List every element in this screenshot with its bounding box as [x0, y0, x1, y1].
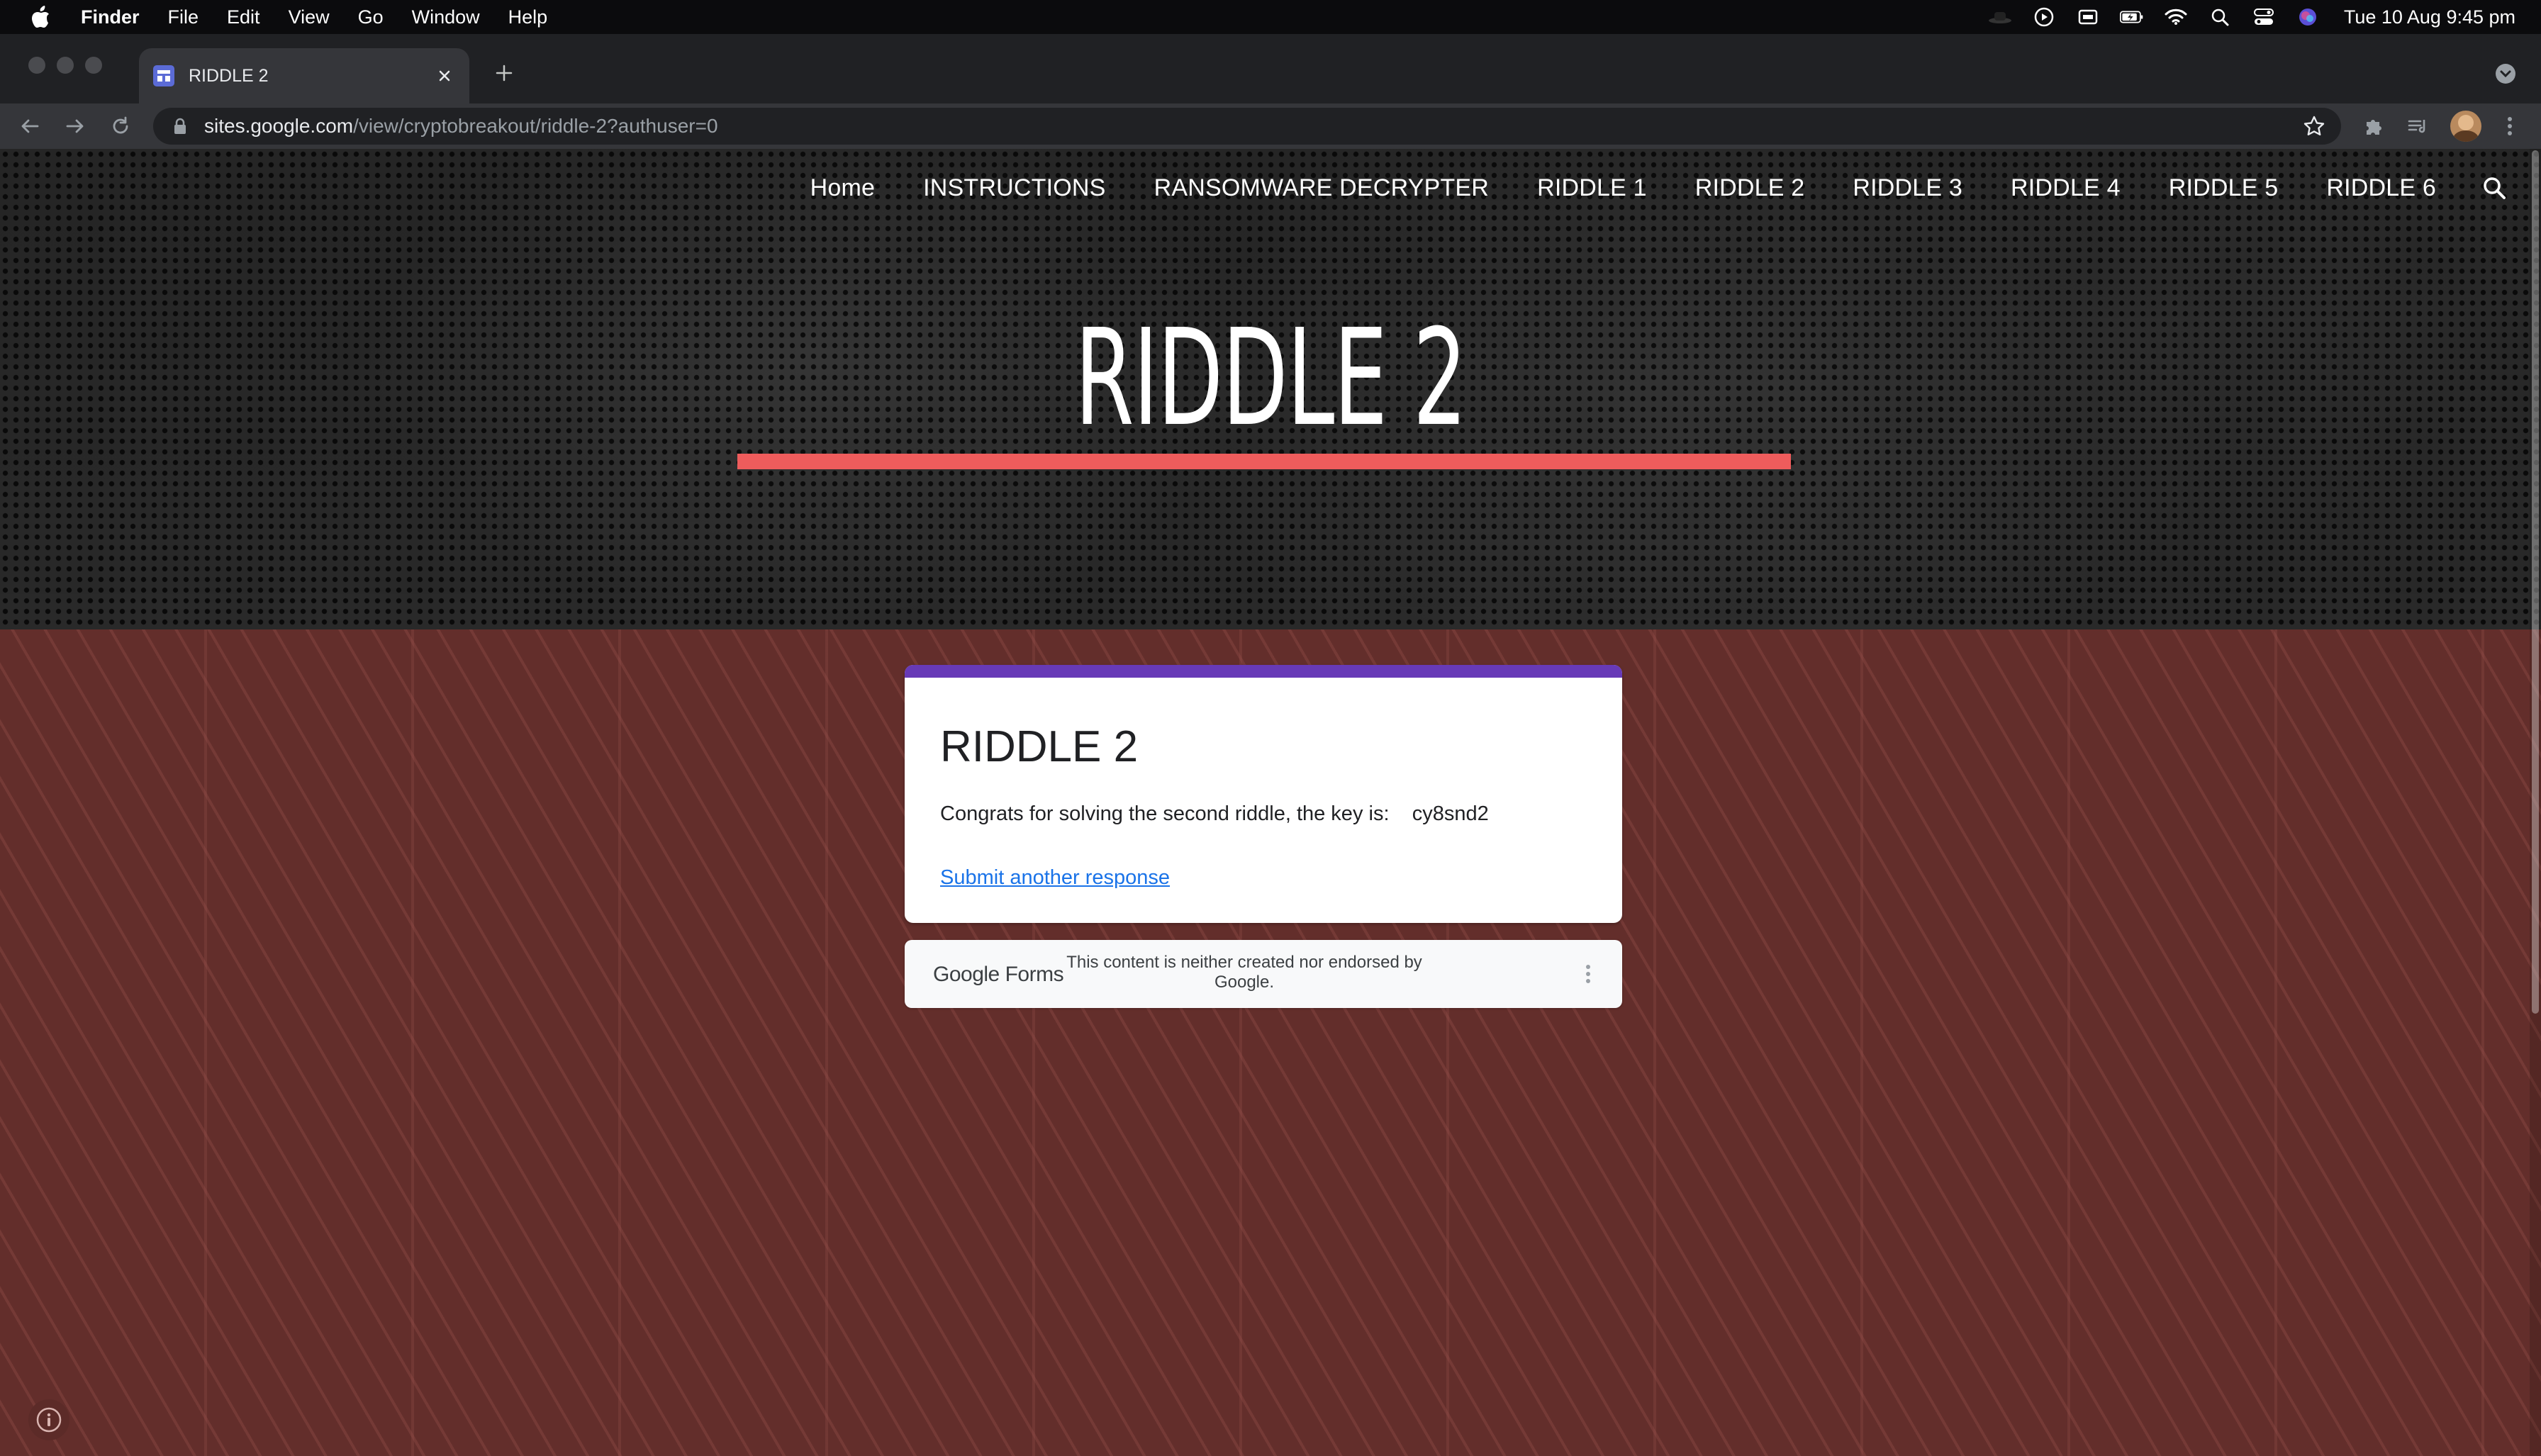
site-navigation: Home INSTRUCTIONS RANSOMWARE DECRYPTER R…	[762, 170, 2510, 206]
site-search-icon[interactable]	[2479, 172, 2510, 203]
profile-avatar[interactable]	[2450, 111, 2481, 142]
battery-icon[interactable]	[2119, 5, 2144, 29]
tab-close-icon[interactable]	[432, 64, 457, 88]
google-forms-footer: Google Forms This content is neither cre…	[905, 940, 1622, 1008]
google-sites-favicon-icon	[153, 65, 174, 86]
nav-riddle-3[interactable]: RIDDLE 3	[1853, 174, 1962, 202]
menubar-clock[interactable]: Tue 10 Aug 9:45 pm	[2344, 6, 2515, 28]
forms-disclaimer: This content is neither created nor endo…	[1066, 953, 1422, 992]
title-underline	[737, 454, 1791, 469]
window-controls	[28, 57, 113, 74]
submit-another-response-link[interactable]: Submit another response	[940, 866, 1170, 890]
nav-riddle-5[interactable]: RIDDLE 5	[2169, 174, 2279, 202]
bookmark-star-icon[interactable]	[2303, 115, 2325, 138]
page-viewport: Home INSTRUCTIONS RANSOMWARE DECRYPTER R…	[0, 149, 2541, 1456]
browser-tab-strip: RIDDLE 2	[0, 34, 2541, 103]
wifi-icon[interactable]	[2164, 5, 2188, 29]
new-tab-plus-icon[interactable]	[489, 58, 519, 88]
scrollbar-thumb[interactable]	[2532, 150, 2539, 1014]
form-confirmation-card: RIDDLE 2 Congrats for solving the second…	[905, 665, 1622, 923]
address-bar[interactable]: sites.google.com/view/cryptobreakout/rid…	[153, 108, 2341, 145]
info-icon[interactable]	[28, 1399, 69, 1440]
nav-home[interactable]: Home	[810, 174, 876, 202]
form-confirmation-message: Congrats for solving the second riddle, …	[940, 802, 1489, 825]
back-arrow-icon[interactable]	[13, 109, 47, 143]
url-path: /view/cryptobreakout/riddle-2?authuser=0	[353, 115, 718, 137]
play-icon[interactable]	[2032, 5, 2056, 29]
hat-icon[interactable]	[1988, 5, 2012, 29]
menu-help[interactable]: Help	[508, 6, 548, 28]
control-center-icon[interactable]	[2252, 5, 2276, 29]
close-window-button[interactable]	[28, 57, 45, 74]
forward-arrow-icon[interactable]	[58, 109, 92, 143]
menu-view[interactable]: View	[289, 6, 330, 28]
form-title: RIDDLE 2	[940, 722, 1139, 771]
kebab-menu-icon[interactable]	[2496, 112, 2524, 140]
reading-list-icon[interactable]	[2403, 112, 2432, 140]
page-scrollbar[interactable]	[2530, 149, 2541, 1456]
menu-bar: Finder File Edit View Go Window Help Tue…	[0, 0, 2541, 34]
tab-title: RIDDLE 2	[189, 65, 269, 86]
menu-window[interactable]: Window	[412, 6, 480, 28]
spotlight-search-icon[interactable]	[2208, 5, 2232, 29]
browser-tab-active[interactable]: RIDDLE 2	[139, 48, 469, 103]
nav-riddle-2[interactable]: RIDDLE 2	[1695, 174, 1805, 202]
window-icon[interactable]	[2076, 5, 2100, 29]
nav-riddle-4[interactable]: RIDDLE 4	[2011, 174, 2121, 202]
extensions-puzzle-icon[interactable]	[2360, 112, 2388, 140]
apple-icon[interactable]	[28, 5, 52, 29]
browser-toolbar: sites.google.com/view/cryptobreakout/rid…	[0, 103, 2541, 149]
google-forms-logo[interactable]: Google Forms	[933, 963, 1064, 987]
menu-go[interactable]: Go	[358, 6, 384, 28]
more-vert-icon[interactable]	[1575, 961, 1601, 987]
tab-search-chevron-down-icon[interactable]	[2490, 58, 2521, 89]
url-host: sites.google.com	[204, 115, 354, 137]
nav-instructions[interactable]: INSTRUCTIONS	[923, 174, 1105, 202]
page-title: RIDDLE 2	[1075, 301, 1467, 456]
nav-riddle-6[interactable]: RIDDLE 6	[2326, 174, 2436, 202]
reload-icon[interactable]	[104, 109, 138, 143]
zoom-window-button[interactable]	[85, 57, 102, 74]
minimize-window-button[interactable]	[57, 57, 74, 74]
siri-icon[interactable]	[2296, 5, 2320, 29]
menu-app-name[interactable]: Finder	[81, 6, 140, 28]
form-accent-bar	[905, 665, 1622, 678]
menu-edit[interactable]: Edit	[227, 6, 260, 28]
lock-icon[interactable]	[170, 116, 190, 136]
nav-riddle-1[interactable]: RIDDLE 1	[1537, 174, 1647, 202]
menu-file[interactable]: File	[168, 6, 199, 28]
nav-ransomware-decrypter[interactable]: RANSOMWARE DECRYPTER	[1154, 174, 1490, 202]
